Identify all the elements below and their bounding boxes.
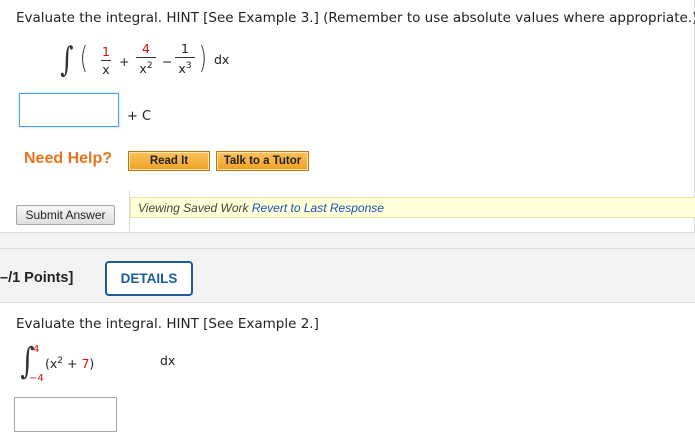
integral-sign: ∫ bbox=[60, 40, 74, 80]
saved-work-text: Viewing Saved Work bbox=[138, 201, 252, 215]
left-paren: ( bbox=[79, 41, 88, 76]
dx-label-2: dx bbox=[160, 353, 176, 368]
integrand-expression: (x2 + 7) bbox=[45, 356, 95, 371]
answer-input-1[interactable] bbox=[19, 93, 119, 127]
right-paren: ) bbox=[198, 41, 207, 76]
answer-input-2[interactable] bbox=[14, 397, 117, 432]
points-label: –/1 Points] bbox=[0, 270, 74, 286]
fraction-1-over-x3: 1 x3 bbox=[175, 42, 195, 75]
dx-label: dx bbox=[214, 52, 230, 67]
fraction-1-over-x: 1 x bbox=[101, 44, 111, 77]
talk-to-tutor-button[interactable]: Talk to a Tutor bbox=[216, 151, 309, 171]
submit-answer-button[interactable]: Submit Answer bbox=[16, 205, 115, 225]
minus-operator: − bbox=[162, 54, 173, 69]
question-1-prompt: Evaluate the integral. HINT [See Example… bbox=[16, 10, 695, 26]
details-button[interactable]: DETAILS bbox=[105, 261, 193, 296]
need-help-label: Need Help? bbox=[24, 150, 113, 167]
upper-limit: 4 bbox=[33, 344, 40, 355]
question-separator bbox=[0, 233, 695, 248]
revert-link[interactable]: Revert to Last Response bbox=[252, 201, 384, 215]
fraction-4-over-x2: 4 x2 bbox=[136, 42, 156, 75]
lower-limit: −4 bbox=[29, 373, 44, 384]
plus-c-label: + C bbox=[127, 109, 152, 124]
plus-operator: + bbox=[119, 54, 130, 69]
saved-work-bar: Viewing Saved Work Revert to Last Respon… bbox=[130, 197, 695, 218]
question-2-prompt: Evaluate the integral. HINT [See Example… bbox=[16, 316, 319, 332]
read-it-button[interactable]: Read It bbox=[128, 151, 210, 171]
